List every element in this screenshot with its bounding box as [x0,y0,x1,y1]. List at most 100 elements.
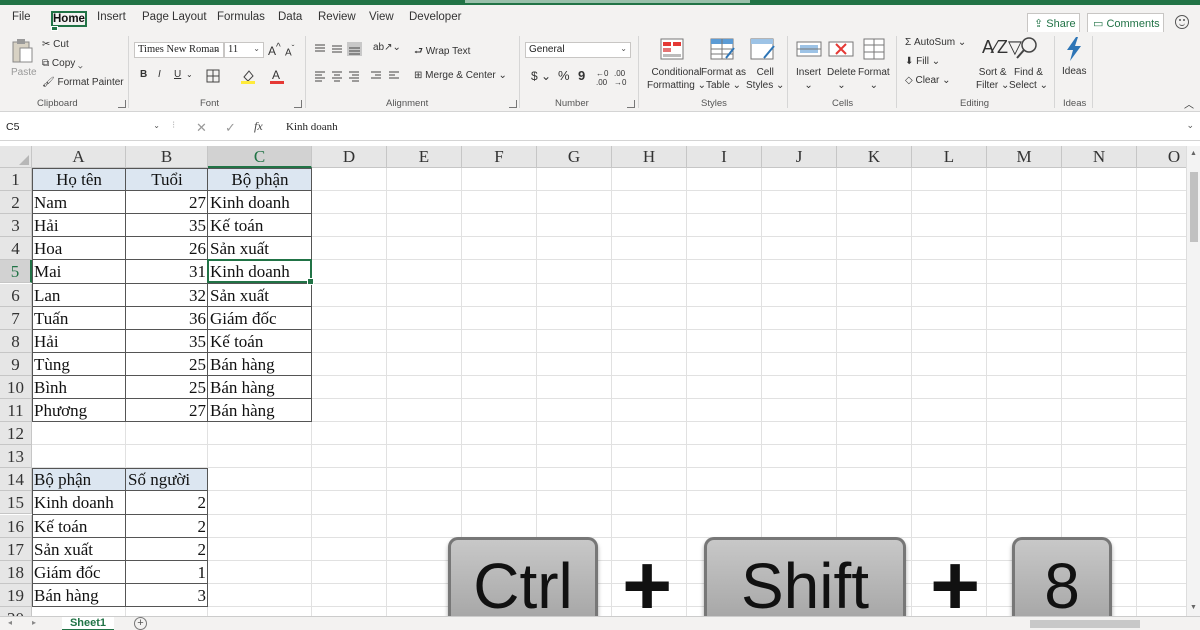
delete-cells-icon[interactable] [828,38,854,60]
percent-button[interactable]: % [558,68,570,83]
table2-count-cell[interactable]: 3 [126,584,208,607]
column-header-m[interactable]: M [987,146,1062,168]
table1-age-cell[interactable]: 27 [126,191,208,214]
column-header-e[interactable]: E [387,146,462,168]
comments-button[interactable]: ▭ Comments [1087,13,1164,33]
comma-style-button[interactable]: 9 [578,68,585,83]
row-header-8[interactable]: 8 [0,329,32,353]
table1-age-cell[interactable]: 31 [126,260,208,283]
share-button[interactable]: ⇪ Share [1027,13,1080,33]
table2-count-cell[interactable]: 2 [126,538,208,561]
table1-dept-cell[interactable]: Sản xuất [208,284,312,307]
find-select-button[interactable]: Find & Select ⌄ [1009,66,1048,92]
expand-formula-icon[interactable]: ⌄ [1186,120,1194,131]
fill-color-icon[interactable] [240,68,256,84]
font-launcher-icon[interactable] [294,100,302,108]
column-header-k[interactable]: K [837,146,912,168]
table1-dept-cell[interactable]: Bán hàng [208,399,312,422]
font-color-icon[interactable]: A [270,68,284,84]
number-format-select[interactable]: General ⌄ [525,42,631,58]
conditional-formatting-button[interactable]: Conditional Formatting ⌄ [647,66,706,92]
table1-dept-cell[interactable]: Kế toán [208,330,312,353]
cell-styles-button[interactable]: Cell Styles ⌄ [746,66,784,92]
table1-name-cell[interactable]: Bình [32,376,126,399]
bold-button[interactable]: B [140,69,147,80]
font-size-select[interactable]: 11 ⌄ [224,42,264,58]
table2-count-cell[interactable]: 2 [126,491,208,514]
tab-formulas[interactable]: Formulas [217,11,265,23]
vertical-align-icons[interactable] [313,42,373,56]
underline-button[interactable]: U [174,69,181,80]
conditional-formatting-icon[interactable] [660,38,684,60]
column-header-l[interactable]: L [912,146,987,168]
table1-name-cell[interactable]: Mai [32,260,126,283]
table1-name-cell[interactable]: Nam [32,191,126,214]
tab-developer[interactable]: Developer [409,11,461,23]
autosum-button[interactable]: Σ AutoSum ⌄ [905,37,966,48]
enter-check-icon[interactable]: ✓ [225,120,236,136]
underline-dropdown-icon[interactable]: ⌄ [186,70,193,79]
table1-dept-cell[interactable]: Bán hàng [208,353,312,376]
italic-button[interactable]: I [158,69,161,80]
column-header-f[interactable]: F [462,146,537,168]
column-header-j[interactable]: J [762,146,837,168]
grow-font-button[interactable]: A^ [268,42,281,58]
tab-page-layout[interactable]: Page Layout [142,11,207,23]
column-header-o[interactable]: O [1137,146,1186,168]
row-header-10[interactable]: 10 [0,375,32,399]
row-header-1[interactable]: 1 [0,168,32,191]
table1-header-cell[interactable]: Họ tên [32,168,126,191]
horizontal-scroll-thumb[interactable] [1030,620,1140,628]
vertical-scroll-thumb[interactable] [1190,172,1198,242]
prev-sheet-icon[interactable]: ◂ [8,618,12,627]
merge-center-button[interactable]: ⊞ Merge & Center ⌄ [414,70,507,81]
tab-view[interactable]: View [369,11,394,23]
column-header-b[interactable]: B [126,146,208,168]
format-as-table-icon[interactable] [710,38,736,60]
table1-dept-cell[interactable]: Kế toán [208,214,312,237]
table2-dept-cell[interactable]: Giám đốc [32,561,126,584]
tab-home[interactable]: Home [51,11,87,31]
row-header-17[interactable]: 17 [0,537,32,561]
table1-name-cell[interactable]: Tuấn [32,307,126,330]
decrease-decimal-icon[interactable]: .00 →0 [614,69,626,87]
table2-dept-cell[interactable]: Kinh doanh [32,491,126,514]
font-name-select[interactable]: Times New Roman ⌄ [134,42,224,58]
table1-age-cell[interactable]: 32 [126,284,208,307]
table1-name-cell[interactable]: Lan [32,284,126,307]
row-header-18[interactable]: 18 [0,560,32,584]
row-header-14[interactable]: 14 [0,468,32,492]
table1-age-cell[interactable]: 25 [126,353,208,376]
table1-dept-cell[interactable]: Sản xuất [208,237,312,260]
feedback-smiley-icon[interactable] [1175,15,1189,29]
tab-file[interactable]: File [12,11,31,23]
delete-button[interactable]: Delete ⌄ [827,66,856,92]
lightning-icon[interactable] [1063,36,1085,62]
table1-age-cell[interactable]: 36 [126,307,208,330]
column-header-i[interactable]: I [687,146,762,168]
column-header-d[interactable]: D [312,146,387,168]
sort-filter-button[interactable]: Sort & Filter ⌄ [976,66,1009,92]
format-as-table-button[interactable]: Format as Table ⌄ [701,66,746,92]
table1-age-cell[interactable]: 25 [126,376,208,399]
orientation-icon[interactable]: ab↗⌄ [373,42,401,53]
row-header-2[interactable]: 2 [0,191,32,215]
fill-button[interactable]: ⬇ Fill ⌄ [905,56,940,67]
row-header-9[interactable]: 9 [0,352,32,376]
scroll-up-icon[interactable]: ▲ [1190,150,1197,157]
table1-name-cell[interactable]: Phương [32,399,126,422]
row-header-4[interactable]: 4 [0,237,32,261]
format-button[interactable]: Format ⌄ [858,66,890,92]
add-sheet-icon[interactable]: + [134,617,147,630]
column-header-h[interactable]: H [612,146,687,168]
increase-decimal-icon[interactable]: ←0.00 [596,69,608,87]
row-header-16[interactable]: 16 [0,514,32,538]
table1-name-cell[interactable]: Hải [32,214,126,237]
insert-button[interactable]: Insert ⌄ [796,66,821,92]
format-painter-button[interactable]: 🖌 Format Painter [42,77,124,88]
shrink-font-button[interactable]: Aˇ [285,43,294,58]
column-header-c[interactable]: C [208,146,312,168]
table1-name-cell[interactable]: Hải [32,330,126,353]
paste-button[interactable]: Paste [11,67,37,78]
clipboard-launcher-icon[interactable] [118,100,126,108]
